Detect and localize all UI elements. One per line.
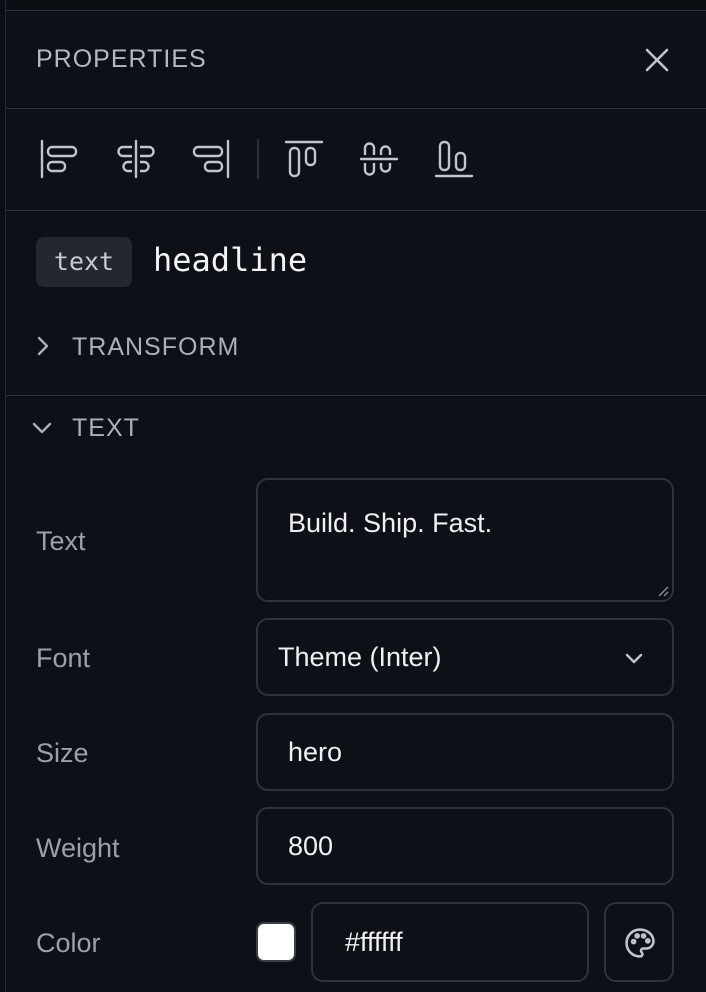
panel-header: PROPERTIES bbox=[6, 11, 706, 109]
align-left-icon[interactable] bbox=[39, 139, 79, 179]
size-input[interactable]: hero bbox=[256, 713, 674, 791]
align-right-icon[interactable] bbox=[191, 139, 231, 179]
section-text-header[interactable]: TEXT bbox=[6, 396, 706, 466]
align-center-vertical-icon[interactable] bbox=[359, 139, 399, 179]
color-swatch[interactable] bbox=[256, 922, 296, 962]
size-input-value: hero bbox=[288, 737, 343, 767]
align-top-icon[interactable] bbox=[284, 139, 324, 179]
alignment-toolbar bbox=[6, 109, 706, 211]
element-identity: text headline bbox=[6, 211, 706, 303]
section-transform-header[interactable]: TRANSFORM bbox=[6, 303, 706, 396]
toolbar-separator bbox=[257, 139, 259, 179]
panel-title: PROPERTIES bbox=[36, 45, 207, 73]
canvas-top-edge bbox=[0, 0, 706, 11]
text-field-label: Text bbox=[36, 526, 86, 556]
text-content-textarea[interactable]: Build. Ship. Fast. bbox=[256, 478, 674, 602]
element-name[interactable]: headline bbox=[153, 241, 307, 279]
weight-input[interactable]: 800 bbox=[256, 807, 674, 885]
resize-grip-icon[interactable] bbox=[657, 585, 669, 597]
palette-icon bbox=[625, 928, 655, 958]
font-field-label: Font bbox=[36, 643, 91, 673]
color-picker-button[interactable] bbox=[604, 902, 674, 982]
chevron-down-icon bbox=[625, 653, 643, 664]
align-bottom-icon[interactable] bbox=[434, 139, 474, 179]
element-type-badge: text bbox=[36, 237, 132, 287]
color-hex-input[interactable]: #ffffff bbox=[311, 902, 589, 982]
weight-input-value: 800 bbox=[288, 831, 334, 861]
color-field-label: Color bbox=[36, 928, 101, 958]
weight-field-label: Weight bbox=[36, 833, 120, 863]
section-text-label: TEXT bbox=[72, 414, 140, 442]
color-hex-value: #ffffff bbox=[345, 927, 403, 957]
font-select[interactable]: Theme (Inter) bbox=[256, 618, 674, 696]
font-select-value: Theme (Inter) bbox=[278, 642, 442, 672]
chevron-down-icon bbox=[32, 422, 52, 434]
close-icon[interactable] bbox=[642, 45, 672, 75]
chevron-right-icon bbox=[37, 336, 49, 356]
align-center-horizontal-icon[interactable] bbox=[116, 139, 156, 179]
properties-panel: PROPERTIES text headline TRANSFORM TEXT … bbox=[6, 11, 706, 992]
size-field-label: Size bbox=[36, 738, 89, 768]
section-transform-label: TRANSFORM bbox=[72, 333, 240, 361]
text-content-value: Build. Ship. Fast. bbox=[288, 508, 493, 538]
